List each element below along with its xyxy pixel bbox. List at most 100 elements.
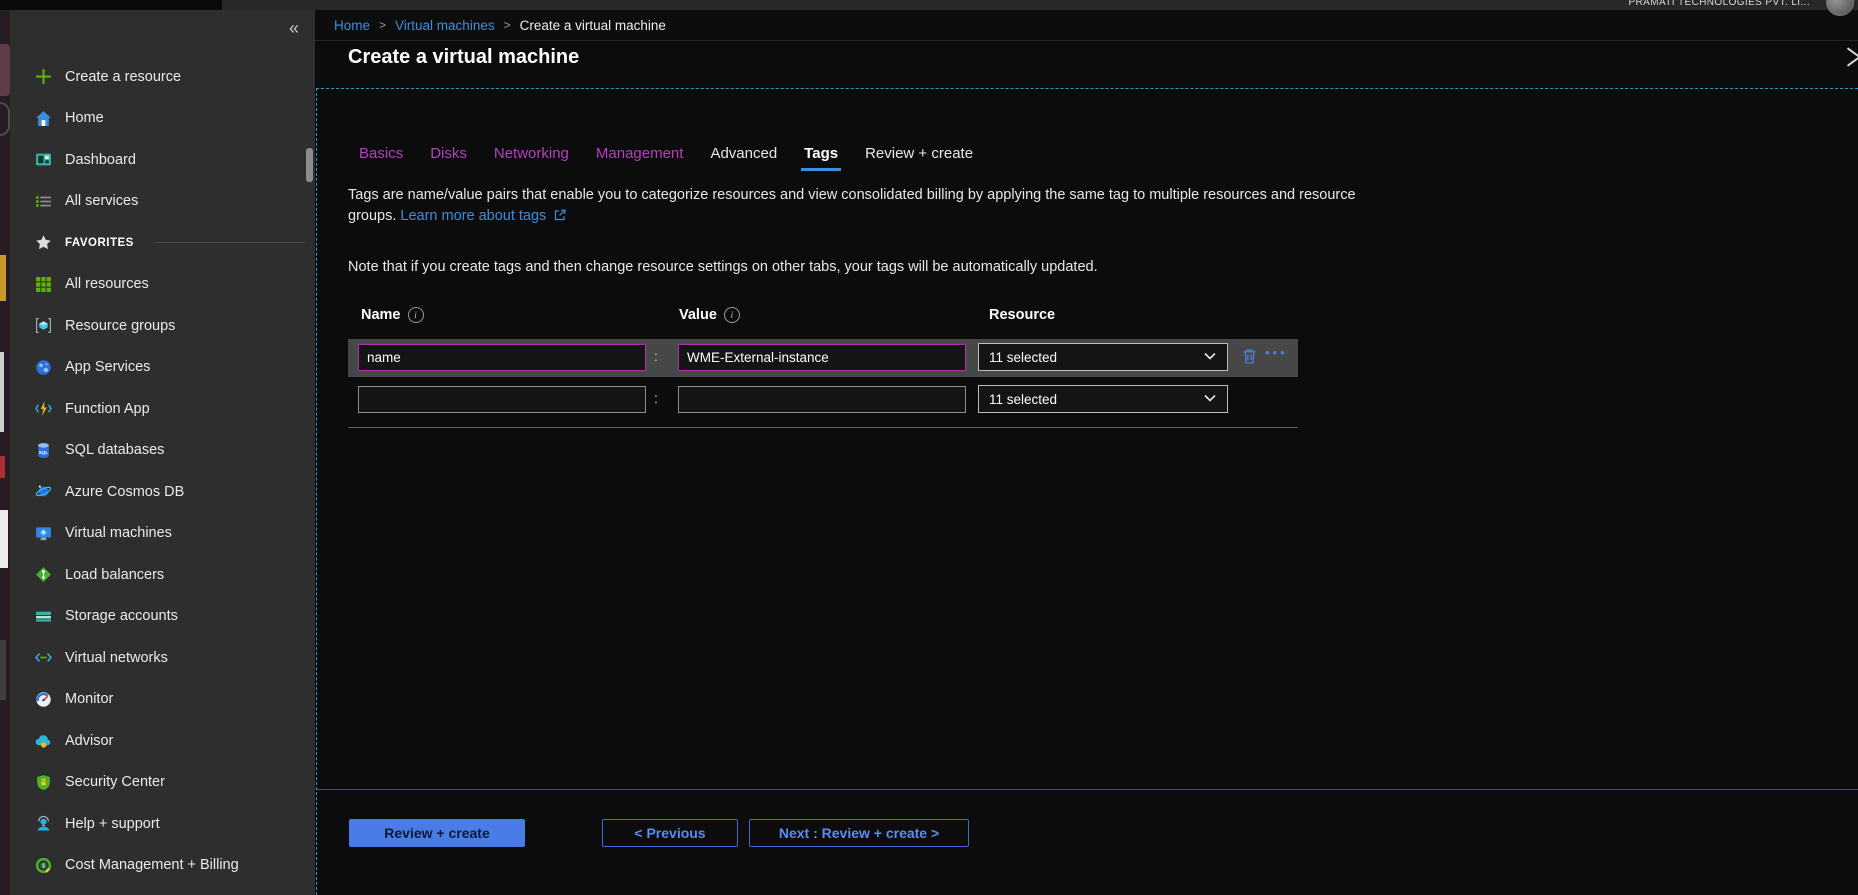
- breadcrumb-virtual-machines[interactable]: Virtual machines: [395, 18, 495, 33]
- sidebar-item-label: Security Center: [65, 774, 165, 790]
- sidebar-item-label: Storage accounts: [65, 608, 178, 624]
- taskbar-fragment: [0, 456, 5, 478]
- column-header-name: Name i: [361, 307, 424, 323]
- sidebar-item-cost-management-billing[interactable]: $ Cost Management + Billing: [10, 845, 315, 887]
- previous-button[interactable]: < Previous: [602, 819, 738, 847]
- monitor-icon: [34, 690, 52, 708]
- sidebar-item-function-app[interactable]: Function App: [10, 388, 315, 430]
- sidebar-section-favorites: FAVORITES: [10, 222, 315, 264]
- resource-select-value: 11 selected: [989, 350, 1057, 365]
- resource-groups-icon: [34, 317, 52, 335]
- sidebar-item-all-resources[interactable]: All resources: [10, 264, 315, 306]
- taskbar-fragment: [0, 640, 6, 700]
- taskbar-fragment: [0, 255, 6, 301]
- chevron-down-icon: [1203, 391, 1217, 408]
- breadcrumb: Home > Virtual machines > Create a virtu…: [315, 10, 1858, 41]
- tag-value-input[interactable]: [678, 386, 966, 413]
- column-header-value: Value i: [679, 307, 740, 323]
- sidebar-item-create-a-resource[interactable]: Create a resource: [10, 56, 315, 98]
- sidebar-item-azure-cosmos-db[interactable]: Azure Cosmos DB: [10, 471, 315, 513]
- sidebar-item-label: Load balancers: [65, 567, 164, 583]
- tab-tags[interactable]: Tags: [804, 145, 838, 162]
- trash-icon[interactable]: [1241, 347, 1258, 370]
- taskbar-fragment: [0, 44, 10, 96]
- learn-more-link[interactable]: Learn more about tags: [400, 208, 546, 224]
- browser-tab-fragment: [0, 0, 222, 10]
- tenant-name: PRAMATI TECHNOLOGIES PVT. LI...: [1628, 0, 1810, 8]
- svg-text:SQL: SQL: [38, 450, 47, 455]
- tags-table-header: Name i Value i Resource: [348, 307, 1298, 329]
- chevron-right-icon[interactable]: [1842, 46, 1858, 73]
- wizard-tabs: Basics Disks Networking Management Advan…: [359, 145, 973, 162]
- sidebar-item-help-support[interactable]: Help + support: [10, 803, 315, 845]
- sidebar-item-label: App Services: [65, 359, 150, 375]
- tags-note: Note that if you create tags and then ch…: [348, 259, 1098, 275]
- content-area: Home > Virtual machines > Create a virtu…: [315, 10, 1858, 895]
- sidebar-item-app-services[interactable]: App Services: [10, 347, 315, 389]
- breadcrumb-home[interactable]: Home: [334, 18, 370, 33]
- tab-basics[interactable]: Basics: [359, 145, 403, 162]
- all-resources-icon: [34, 275, 52, 293]
- sidebar-item-home[interactable]: Home: [10, 98, 315, 140]
- sidebar-item-label: Advisor: [65, 733, 113, 749]
- resource-select[interactable]: 11 selected: [978, 385, 1228, 413]
- tab-management[interactable]: Management: [596, 145, 684, 162]
- info-icon[interactable]: i: [408, 307, 424, 323]
- favorites-divider: [155, 242, 305, 243]
- sidebar-item-label: All resources: [65, 276, 149, 292]
- sidebar: « Create a resource Home Dashboard All s…: [10, 10, 315, 895]
- taskbar-fragment: [0, 352, 4, 432]
- svg-text:$: $: [42, 863, 45, 869]
- column-header-resource: Resource: [989, 307, 1055, 323]
- sidebar-item-virtual-machines[interactable]: Virtual machines: [10, 513, 315, 555]
- chevron-down-icon: [1203, 349, 1217, 366]
- scrollbar-thumb[interactable]: [306, 148, 313, 182]
- sidebar-item-all-services[interactable]: All services: [10, 181, 315, 223]
- review-create-button[interactable]: Review + create: [349, 819, 525, 847]
- sidebar-item-label: Cost Management + Billing: [65, 857, 239, 873]
- sidebar-item-security-center[interactable]: Security Center: [10, 762, 315, 804]
- name-value-separator: :: [654, 348, 658, 364]
- tag-row: : 11 selected •••: [348, 339, 1298, 377]
- sidebar-item-virtual-networks[interactable]: Virtual networks: [10, 637, 315, 679]
- virtual-networks-icon: [34, 649, 52, 667]
- sidebar-item-label: Resource groups: [65, 318, 175, 334]
- sidebar-section-label: FAVORITES: [65, 237, 134, 249]
- taskbar-fragment: [0, 510, 8, 568]
- sidebar-item-label: Azure Cosmos DB: [65, 484, 184, 500]
- breadcrumb-current: Create a virtual machine: [520, 18, 666, 33]
- sidebar-item-label: Create a resource: [65, 69, 181, 85]
- dashboard-icon: [34, 151, 52, 169]
- tab-disks[interactable]: Disks: [430, 145, 467, 162]
- sidebar-item-label: All services: [65, 193, 138, 209]
- tab-panel: Basics Disks Networking Management Advan…: [316, 88, 1858, 895]
- azure-portal-screen: PRAMATI TECHNOLOGIES PVT. LI... « Create…: [0, 0, 1858, 895]
- tab-advanced[interactable]: Advanced: [710, 145, 777, 162]
- sidebar-item-resource-groups[interactable]: Resource groups: [10, 305, 315, 347]
- tab-networking[interactable]: Networking: [494, 145, 569, 162]
- tag-name-input[interactable]: [358, 386, 646, 413]
- sidebar-item-advisor[interactable]: Advisor: [10, 720, 315, 762]
- sidebar-item-label: Home: [65, 110, 104, 126]
- sidebar-collapse-button[interactable]: «: [289, 18, 299, 39]
- app-services-icon: [34, 358, 52, 376]
- sidebar-item-load-balancers[interactable]: Load balancers: [10, 554, 315, 596]
- home-icon: [34, 109, 52, 127]
- sidebar-item-storage-accounts[interactable]: Storage accounts: [10, 596, 315, 638]
- more-options-button[interactable]: •••: [1265, 345, 1288, 360]
- resource-select[interactable]: 11 selected: [978, 343, 1228, 371]
- tab-review-create[interactable]: Review + create: [865, 145, 973, 162]
- sidebar-item-dashboard[interactable]: Dashboard: [10, 139, 315, 181]
- all-services-icon: [34, 192, 52, 210]
- cost-billing-icon: $: [34, 856, 52, 874]
- help-support-icon: [34, 815, 52, 833]
- tag-name-input[interactable]: [358, 344, 646, 371]
- info-icon[interactable]: i: [724, 307, 740, 323]
- footer-divider: [317, 789, 1858, 790]
- tag-value-input[interactable]: [678, 344, 966, 371]
- next-button[interactable]: Next : Review + create >: [749, 819, 969, 847]
- sidebar-item-sql-databases[interactable]: SQL SQL databases: [10, 430, 315, 472]
- function-app-icon: [34, 400, 52, 418]
- taskbar-fragment: [0, 102, 10, 136]
- sidebar-item-monitor[interactable]: Monitor: [10, 679, 315, 721]
